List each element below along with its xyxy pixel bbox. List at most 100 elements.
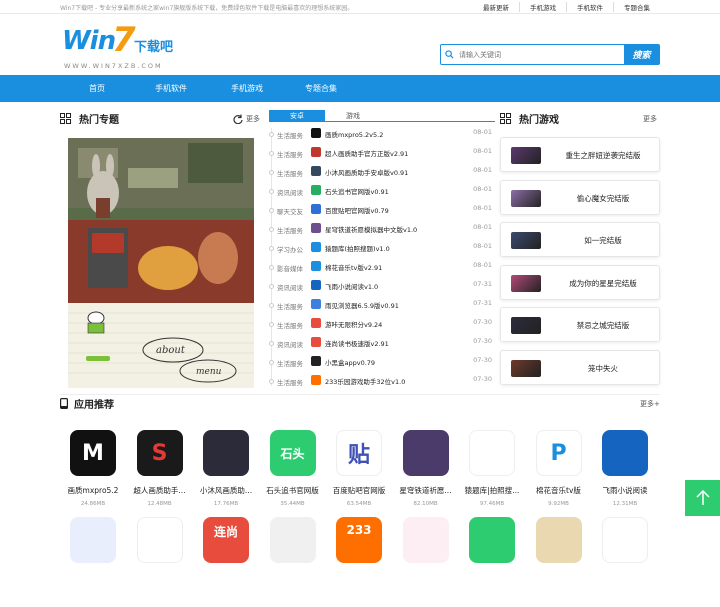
- list-item[interactable]: 生活服务 雨见浏览器6.5.9版v0.91 07-31: [269, 295, 495, 314]
- list-item[interactable]: 学习办公 猿题库(拍照搜题)v1.0 08-01: [269, 238, 495, 257]
- logo-url: WWW.WIN7XZB.COM: [64, 62, 163, 70]
- list-item[interactable]: 资讯阅读 石头追书官网版v0.91 08-01: [269, 181, 495, 200]
- game-card[interactable]: 成为你的星星完结版: [500, 264, 660, 300]
- app-icon: [311, 242, 321, 252]
- game-thumbnail: [511, 317, 541, 335]
- bullet-icon: [269, 246, 274, 251]
- game-card[interactable]: 如一完结版: [500, 222, 660, 258]
- featured-topic-image[interactable]: about menu: [68, 138, 254, 388]
- list-item-name[interactable]: 小黑盒appv0.79: [325, 357, 375, 367]
- app-tile[interactable]: P 棉花音乐tv版 9.92MB: [528, 430, 590, 520]
- list-item-category[interactable]: 生活服务: [277, 320, 303, 330]
- nav-mobile-apps[interactable]: 手机软件: [155, 83, 187, 94]
- list-item-category[interactable]: 资讯阅读: [277, 282, 303, 292]
- site-logo[interactable]: Win 7 下载吧 WWW.WIN7XZB.COM: [62, 20, 182, 74]
- top-link-latest[interactable]: 最新更新: [473, 2, 519, 12]
- list-item[interactable]: 生活服务 画质mxpro5.2v5.2 08-01: [269, 124, 495, 143]
- hot-games-more[interactable]: 更多: [643, 114, 657, 124]
- list-item[interactable]: 资讯阅读 飞雨小说阅读v1.0 07-31: [269, 276, 495, 295]
- game-card[interactable]: 重生之胖妞逆袭完结版: [500, 137, 660, 172]
- hot-topics-more-label: 更多: [246, 115, 260, 123]
- feature-menu-text: menu: [196, 367, 222, 377]
- list-item-category[interactable]: 生活服务: [277, 358, 303, 368]
- app-tile[interactable]: 飞雨小说阅读 12.31MB: [594, 430, 656, 520]
- app-icon: [469, 430, 515, 476]
- game-card[interactable]: 笼中失火: [500, 350, 660, 385]
- app-tile[interactable]: 连尚: [195, 517, 257, 607]
- list-item-category[interactable]: 生活服务: [277, 301, 303, 311]
- list-item-name[interactable]: 百度贴吧官网版v0.79: [325, 205, 389, 215]
- list-item-name[interactable]: 石头追书官网版v0.91: [325, 186, 389, 196]
- list-item-name[interactable]: 游咔无限积分v9.24: [325, 319, 382, 329]
- list-item-category[interactable]: 资讯阅读: [277, 339, 303, 349]
- nav-home[interactable]: 首页: [89, 83, 105, 94]
- hot-games-label: 热门游戏: [519, 115, 559, 126]
- list-item-category[interactable]: 生活服务: [277, 130, 303, 140]
- bullet-icon: [269, 360, 274, 365]
- game-name: 如一完结版: [584, 236, 622, 246]
- app-tile[interactable]: 233: [328, 517, 390, 607]
- app-tile[interactable]: [262, 517, 324, 607]
- apps-label: 应用推荐: [74, 400, 114, 411]
- app-name: 猿题库|拍照搜...: [464, 486, 520, 495]
- game-name: 重生之胖妞逆袭完结版: [565, 151, 641, 160]
- list-item-name[interactable]: 画质mxpro5.2v5.2: [325, 129, 383, 139]
- back-to-top-button[interactable]: [685, 480, 720, 516]
- nav-mobile-games[interactable]: 手机游戏: [231, 83, 263, 94]
- list-item-category[interactable]: 生活服务: [277, 377, 303, 387]
- game-card[interactable]: 禁忌之城完结版: [500, 307, 660, 343]
- list-item-date: 08-01: [473, 128, 492, 136]
- app-tile[interactable]: VI·季: [594, 517, 656, 607]
- list-item[interactable]: 聊天交友 百度贴吧官网版v0.79 08-01: [269, 200, 495, 219]
- list-item-category[interactable]: 生活服务: [277, 168, 303, 178]
- list-item[interactable]: 生活服务 超人画质助手官方正版v2.91 08-01: [269, 143, 495, 162]
- app-tile[interactable]: S 超人画质助手... 12.48MB: [129, 430, 191, 520]
- bullet-icon: [269, 379, 274, 384]
- list-item-category[interactable]: 生活服务: [277, 225, 303, 235]
- app-tile[interactable]: [395, 517, 457, 607]
- list-item[interactable]: 资讯阅读 连尚读书极速版v2.91 07-30: [269, 333, 495, 352]
- list-item[interactable]: 生活服务 小沐风画质助手安卓版v0.91 08-01: [269, 162, 495, 181]
- top-link-mobile-apps[interactable]: 手机软件: [566, 2, 613, 12]
- list-item[interactable]: 生活服务 小黑盒appv0.79 07-30: [269, 352, 495, 371]
- list-item-category[interactable]: 影音媒体: [277, 263, 303, 273]
- list-item[interactable]: 生活服务 星穹铁道祈愿模拟器中文版v1.0 08-01: [269, 219, 495, 238]
- list-item-name[interactable]: 飞雨小说阅读v1.0: [325, 281, 378, 291]
- list-item-name[interactable]: 233乐园游戏助手32位v1.0: [325, 376, 405, 386]
- app-tile[interactable]: [461, 517, 523, 607]
- list-item-name[interactable]: 连尚读书极速版v2.91: [325, 338, 389, 348]
- list-item-category[interactable]: 生活服务: [277, 149, 303, 159]
- app-tile[interactable]: 石头 石头追书官网版 35.44MB: [262, 430, 324, 520]
- game-card[interactable]: 偷心魔女完结版: [500, 179, 660, 215]
- top-link-mobile-games[interactable]: 手机游戏: [519, 2, 566, 12]
- list-item-date: 08-01: [473, 185, 492, 193]
- top-link-topics[interactable]: 专题合集: [613, 2, 660, 12]
- list-item[interactable]: 影音媒体 棉花音乐tv版v2.91 08-01: [269, 257, 495, 276]
- list-item[interactable]: 生活服务 233乐园游戏助手32位v1.0 07-30: [269, 371, 495, 390]
- list-item[interactable]: 生活服务 游咔无限积分v9.24 07-30: [269, 314, 495, 333]
- header: Win 7 下载吧 WWW.WIN7XZB.COM 搜索: [0, 14, 720, 74]
- list-item-name[interactable]: 星穹铁道祈愿模拟器中文版v1.0: [325, 224, 417, 234]
- nav-topics[interactable]: 专题合集: [305, 83, 337, 94]
- list-item-name[interactable]: 超人画质助手官方正版v2.91: [325, 148, 408, 158]
- list-item-name[interactable]: 猿题库(拍照搜题)v1.0: [325, 243, 390, 253]
- list-item-name[interactable]: 小沐风画质助手安卓版v0.91: [325, 167, 408, 177]
- app-tile[interactable]: [528, 517, 590, 607]
- search-button[interactable]: 搜索: [624, 45, 659, 64]
- app-tile[interactable]: [62, 517, 124, 607]
- list-item-category[interactable]: 学习办公: [277, 244, 303, 254]
- search-input[interactable]: [457, 45, 624, 64]
- app-tile[interactable]: [129, 517, 191, 607]
- app-tile[interactable]: 星穹铁道祈愿... 82.10MB: [395, 430, 457, 520]
- list-item-category[interactable]: 聊天交友: [277, 206, 303, 216]
- app-tile[interactable]: M 画质mxpro5.2 24.86MB: [62, 430, 124, 520]
- app-size: 9.92MB: [548, 501, 569, 507]
- hot-topics-more[interactable]: 更多: [233, 114, 260, 124]
- list-item-name[interactable]: 棉花音乐tv版v2.91: [325, 262, 382, 272]
- apps-more[interactable]: 更多+: [640, 399, 660, 409]
- app-tile[interactable]: 猿题库|拍照搜... 97.46MB: [461, 430, 523, 520]
- app-tile[interactable]: 贴百度贴吧官网版 63.54MB: [328, 430, 390, 520]
- list-item-category[interactable]: 资讯阅读: [277, 187, 303, 197]
- app-tile[interactable]: 小沐风画质助... 17.76MB: [195, 430, 257, 520]
- list-item-name[interactable]: 雨见浏览器6.5.9版v0.91: [325, 300, 399, 310]
